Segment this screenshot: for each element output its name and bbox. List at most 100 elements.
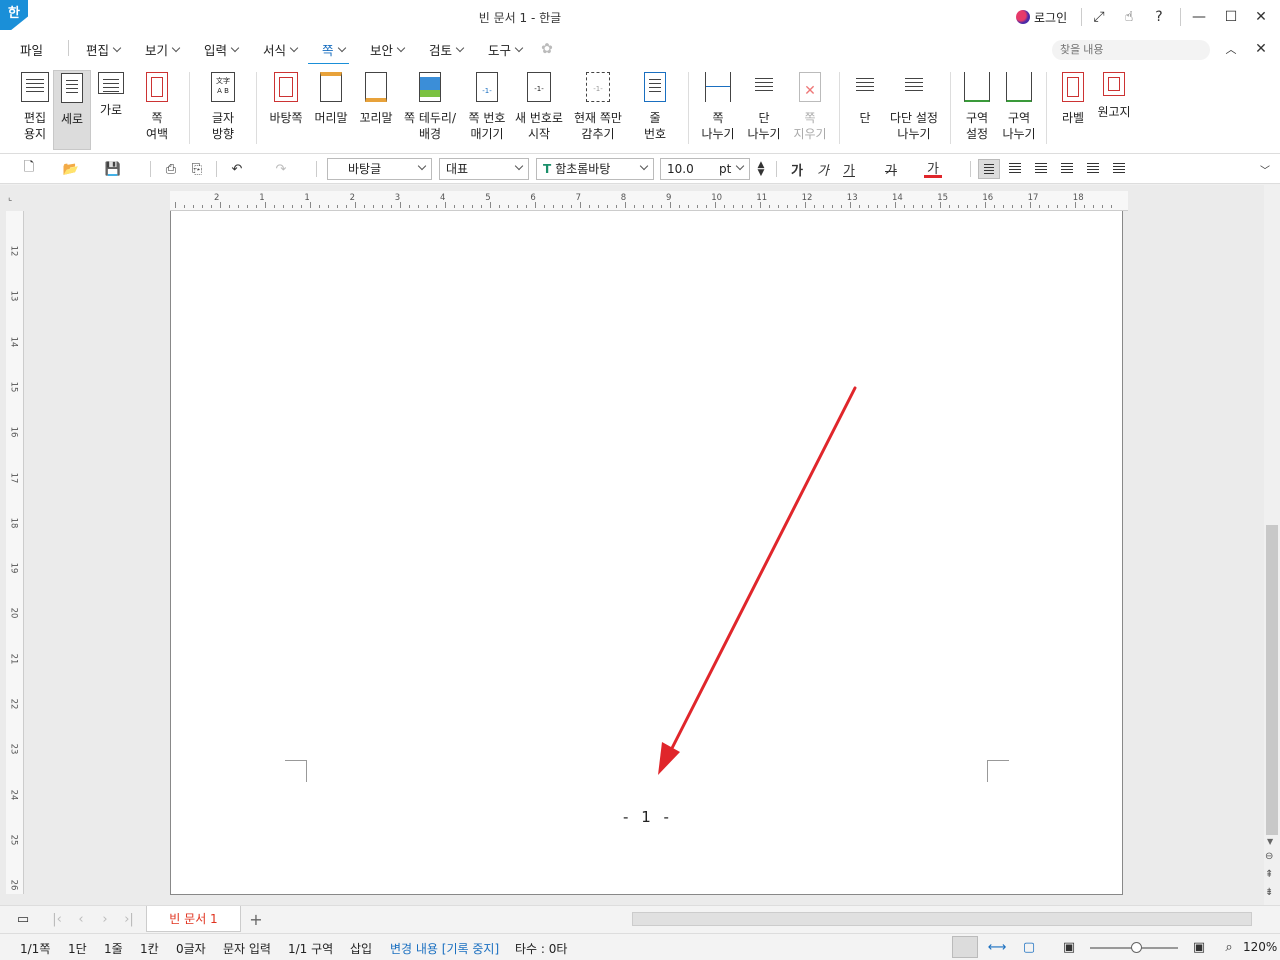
last-tab-icon[interactable]: ›| xyxy=(120,910,138,928)
menu-edit[interactable]: 편집 xyxy=(86,40,122,59)
page-border-button[interactable]: 쪽 테두리/ 배경 xyxy=(402,70,458,150)
zoom-in-icon[interactable]: ▣ xyxy=(1190,938,1208,956)
save-icon[interactable]: 💾 xyxy=(104,160,122,178)
ruler-tick xyxy=(724,205,725,208)
italic-button[interactable]: 가 xyxy=(814,160,832,179)
footer-button[interactable]: 꼬리말 xyxy=(356,70,396,150)
minimize-icon[interactable]: — xyxy=(1188,6,1210,28)
add-tab-button[interactable]: + xyxy=(247,910,265,929)
hide-current-page-button[interactable]: -1- 현재 쪽만 감추기 xyxy=(572,70,624,150)
page-margin-button[interactable]: 쪽 여백 xyxy=(138,70,176,150)
vertical-scrollbar[interactable]: ▼ ⊖ ⇞ ⇟ xyxy=(1264,185,1280,905)
columns-button[interactable]: 단 xyxy=(848,70,882,150)
manuscript-button[interactable]: 원고지 xyxy=(1094,70,1134,150)
zoom-out-icon[interactable]: ▣ xyxy=(1060,938,1078,956)
status-insert[interactable]: 삽입 xyxy=(350,940,372,957)
close-icon[interactable]: ✕ xyxy=(1250,6,1272,28)
portrait-button[interactable]: 세로 xyxy=(53,70,91,150)
multi-column-button[interactable]: 다단 설정 나누기 xyxy=(886,70,942,150)
login-button[interactable]: 로그인 xyxy=(1016,7,1067,27)
delete-page-button[interactable]: ✕ 쪽 지우기 xyxy=(791,70,829,150)
language-dropdown[interactable]: 대표 xyxy=(439,158,529,180)
magnifier-icon[interactable]: ⌕ xyxy=(1220,938,1238,956)
strikethrough-button[interactable]: 가 xyxy=(882,160,900,179)
menu-view[interactable]: 보기 xyxy=(145,40,181,59)
tab-stop-icon[interactable]: ⌞ xyxy=(8,193,20,205)
landscape-button[interactable]: 가로 xyxy=(94,70,128,150)
expand-toolbar-icon[interactable]: ﹀ xyxy=(1256,160,1274,178)
menu-insert[interactable]: 입력 xyxy=(204,40,240,59)
header-button[interactable]: 머리말 xyxy=(312,70,350,150)
print-preview-icon[interactable]: ⎘ xyxy=(188,160,206,178)
font-size-field[interactable]: 10.0 pt xyxy=(660,158,750,180)
horizontal-ruler[interactable]: 2 1 1 2 3 4 5 6 7 8 9 10 11 12 13 14 15 16 17 18 xyxy=(170,191,1128,211)
new-number-button[interactable]: -1- 새 번호로 시작 xyxy=(514,70,564,150)
scroll-down-icon[interactable]: ▼ xyxy=(1267,837,1273,846)
zoom-slider-knob[interactable] xyxy=(1131,942,1142,953)
tab-document-1[interactable]: 빈 문서 1 xyxy=(146,906,241,932)
menu-page[interactable]: 쪽 xyxy=(308,40,349,65)
size-stepper-icon[interactable]: ▲ ▼ xyxy=(752,160,770,178)
ruler-tick xyxy=(742,205,743,208)
help-icon[interactable]: ? xyxy=(1148,6,1170,28)
page-down-icon[interactable]: ⇟ xyxy=(1265,887,1273,898)
column-break-button[interactable]: 단 나누기 xyxy=(745,70,783,150)
prev-page-icon[interactable]: ⊖ xyxy=(1265,851,1273,862)
zoom-level[interactable]: 120% xyxy=(1243,940,1277,954)
vertical-ruler[interactable]: 12 13 14 15 16 17 18 19 20 21 22 23 24 25 26 xyxy=(6,211,24,894)
section-break-button[interactable]: 구역 나누기 xyxy=(1000,70,1038,150)
align-justify-button[interactable] xyxy=(978,159,1000,179)
search-input[interactable] xyxy=(1052,40,1210,60)
collapse-ribbon-icon[interactable]: ︿ xyxy=(1220,38,1242,60)
fullscreen-icon[interactable]: ⤢ xyxy=(1088,6,1110,28)
bold-button[interactable]: 가 xyxy=(788,160,806,179)
align-center-button[interactable] xyxy=(1030,159,1052,179)
first-tab-icon[interactable]: |‹ xyxy=(48,910,66,928)
new-document-icon[interactable]: 🗋 xyxy=(20,160,38,178)
edit-paper-button[interactable]: 편집 용지 xyxy=(14,70,56,150)
align-left-button[interactable] xyxy=(1004,159,1026,179)
page-up-icon[interactable]: ⇞ xyxy=(1265,869,1273,880)
horizontal-scrollbar[interactable] xyxy=(632,912,1252,926)
menu-file[interactable]: 파일 xyxy=(20,40,43,59)
next-tab-icon[interactable]: › xyxy=(96,910,114,928)
menu-format[interactable]: 서식 xyxy=(263,40,299,59)
scrollbar-thumb[interactable] xyxy=(1266,525,1278,835)
page-number-button[interactable]: -1- 쪽 번호 매기기 xyxy=(464,70,510,150)
line-number-button[interactable]: 줄 번호 xyxy=(636,70,674,150)
puzzle-icon[interactable]: ✿ xyxy=(536,38,558,60)
print-icon[interactable]: ⎙ xyxy=(162,160,180,178)
style-dropdown[interactable]: 바탕글 xyxy=(327,158,432,180)
ruler-tick xyxy=(661,205,662,208)
font-dropdown[interactable]: T 함초롬바탕 xyxy=(536,158,654,180)
menu-review[interactable]: 검토 xyxy=(429,40,465,59)
divider xyxy=(1180,8,1181,26)
menu-security[interactable]: 보안 xyxy=(370,40,406,59)
font-color-button[interactable]: 가 xyxy=(924,160,942,178)
prev-tab-icon[interactable]: ‹ xyxy=(72,910,90,928)
master-page-button[interactable]: 바탕쪽 xyxy=(266,70,306,150)
status-page[interactable]: 1/1쪽 xyxy=(20,940,50,957)
maximize-icon[interactable]: ☐ xyxy=(1220,6,1242,28)
tab-list-icon[interactable]: ▭ xyxy=(14,910,32,928)
ruler-tick xyxy=(814,205,815,208)
close-doc-icon[interactable]: ✕ xyxy=(1250,38,1272,60)
page-break-button[interactable]: 쪽 나누기 xyxy=(699,70,737,150)
open-folder-icon[interactable]: 📂 xyxy=(62,160,80,178)
align-distribute-button[interactable] xyxy=(1082,159,1104,179)
touch-mode-icon[interactable]: ☝ xyxy=(1118,6,1140,28)
full-page-icon[interactable]: ▢ xyxy=(1020,938,1038,956)
label-button[interactable]: 라벨 xyxy=(1056,70,1090,150)
align-split-button[interactable] xyxy=(1108,159,1130,179)
status-input-mode[interactable]: 문자 입력 xyxy=(223,940,271,957)
redo-icon[interactable]: ↷ xyxy=(272,160,290,178)
menu-tools[interactable]: 도구 xyxy=(488,40,524,59)
undo-icon[interactable]: ↶ xyxy=(228,160,246,178)
normal-view-button[interactable] xyxy=(952,936,978,958)
fit-width-icon[interactable]: ⟷ xyxy=(988,938,1007,956)
status-track-changes[interactable]: 변경 내용 [기록 중지] xyxy=(390,940,499,957)
text-direction-button[interactable]: 文字 A B 글자 방향 xyxy=(204,70,242,150)
section-settings-button[interactable]: 구역 설정 xyxy=(958,70,996,150)
align-right-button[interactable] xyxy=(1056,159,1078,179)
underline-button[interactable]: 가 xyxy=(840,160,858,179)
